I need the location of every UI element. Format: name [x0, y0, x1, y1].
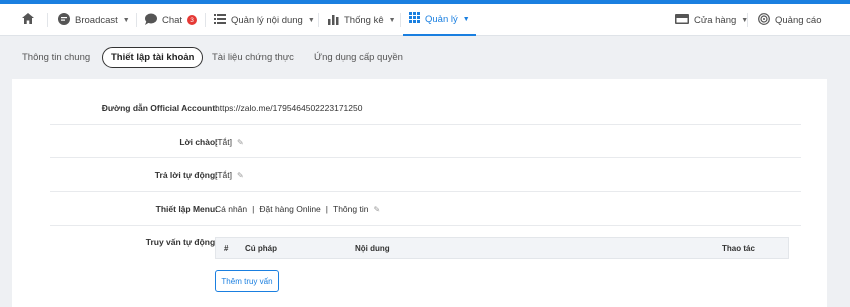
list-icon: [214, 13, 226, 27]
nav-store[interactable]: Cửa hàng ▼: [675, 4, 748, 36]
query-col-index: #: [224, 244, 229, 253]
nav-broadcast[interactable]: Broadcast ▼: [58, 4, 130, 36]
settings-panel: Đường dẫn Official Account: https://zalo…: [12, 79, 827, 307]
broadcast-icon: [58, 12, 70, 28]
target-icon: [758, 12, 770, 28]
oa-link-url[interactable]: https://zalo.me/1795464502223171250: [215, 103, 362, 113]
auto-reply-status: [Tắt]: [215, 170, 233, 180]
pencil-icon[interactable]: ✎: [373, 205, 380, 214]
nav-content-label: Quản lý nội dung: [231, 14, 303, 26]
nav-broadcast-label: Broadcast: [75, 14, 118, 26]
menu-value: Cá nhân | Đặt hàng Online | Thông tin ✎: [215, 204, 380, 214]
nav-home[interactable]: [22, 4, 34, 36]
settings-row-oa-link: Đường dẫn Official Account: https://zalo…: [50, 79, 801, 125]
nav-separator: [136, 13, 137, 27]
menu-label: Thiết lập Menu:: [155, 204, 218, 214]
nav-separator: [747, 13, 748, 27]
grid-icon: [409, 12, 420, 26]
tab-general-info[interactable]: Thông tin chung: [14, 47, 98, 68]
nav-ads[interactable]: Quảng cáo: [758, 4, 821, 36]
home-icon: [22, 13, 34, 27]
nav-separator: [205, 13, 206, 27]
auto-reply-label: Trả lời tự động:: [154, 170, 218, 180]
top-navbar: Broadcast ▼ Chat 3 Quản lý nội dung ▼ Th…: [0, 4, 850, 36]
add-query-button[interactable]: Thêm truy vấn: [215, 270, 279, 292]
menu-divider: |: [252, 204, 255, 214]
chevron-down-icon: ▼: [122, 16, 130, 24]
nav-separator: [47, 13, 48, 27]
settings-row-greeting: Lời chào: [Tắt] ✎: [50, 125, 801, 158]
nav-chat-label: Chat: [162, 14, 183, 26]
oa-link-label: Đường dẫn Official Account:: [101, 103, 218, 113]
greeting-value: [Tắt] ✎: [215, 137, 244, 147]
settings-tabs: Thông tin chung Thiết lập tài khoản Tài …: [0, 37, 850, 79]
store-icon: [675, 13, 689, 27]
nav-manage-label: Quản lý: [425, 13, 458, 25]
query-col-syntax: Cú pháp: [245, 244, 277, 253]
nav-store-label: Cửa hàng: [694, 14, 737, 26]
tab-account-settings[interactable]: Thiết lập tài khoản: [102, 47, 204, 68]
query-col-actions: Thao tác: [722, 244, 755, 253]
tab-authorized-apps[interactable]: Ứng dụng cấp quyền: [306, 47, 411, 68]
nav-manage[interactable]: Quản lý ▼: [403, 4, 476, 36]
auto-query-label: Truy vấn tự động:: [145, 237, 218, 247]
nav-content[interactable]: Quản lý nội dung ▼: [214, 4, 315, 36]
menu-item-personal: Cá nhân: [215, 204, 248, 214]
nav-stats[interactable]: Thống kê ▼: [328, 4, 396, 36]
chevron-down-icon: ▼: [388, 16, 396, 24]
pencil-icon[interactable]: ✎: [237, 138, 244, 147]
chevron-down-icon: ▼: [462, 15, 470, 23]
query-table-header: # Cú pháp Nội dung Thao tác: [215, 237, 789, 259]
chevron-down-icon: ▼: [307, 16, 315, 24]
bar-chart-icon: [328, 13, 339, 28]
nav-chat[interactable]: Chat 3: [144, 4, 198, 36]
menu-divider: |: [325, 204, 329, 214]
chat-icon: [144, 13, 157, 28]
query-col-content: Nội dung: [355, 244, 390, 253]
menu-item-order-online: Đặt hàng Online: [259, 204, 321, 214]
chat-unread-badge: 3: [187, 15, 198, 25]
auto-reply-value: [Tắt] ✎: [215, 170, 244, 180]
nav-separator: [318, 13, 319, 27]
greeting-status: [Tắt]: [215, 137, 233, 147]
nav-stats-label: Thống kê: [344, 14, 384, 26]
nav-ads-label: Quảng cáo: [775, 14, 822, 26]
greeting-label: Lời chào:: [179, 137, 218, 147]
pencil-icon[interactable]: ✎: [237, 171, 244, 180]
settings-row-auto-reply: Trả lời tự động: [Tắt] ✎: [50, 158, 801, 192]
nav-separator: [400, 13, 401, 27]
tab-verification-docs[interactable]: Tài liệu chứng thực: [204, 47, 302, 68]
settings-row-menu: Thiết lập Menu: Cá nhân | Đặt hàng Onlin…: [50, 192, 801, 226]
menu-item-info: Thông tin: [333, 204, 369, 214]
oa-link-value[interactable]: https://zalo.me/1795464502223171250: [215, 103, 362, 113]
